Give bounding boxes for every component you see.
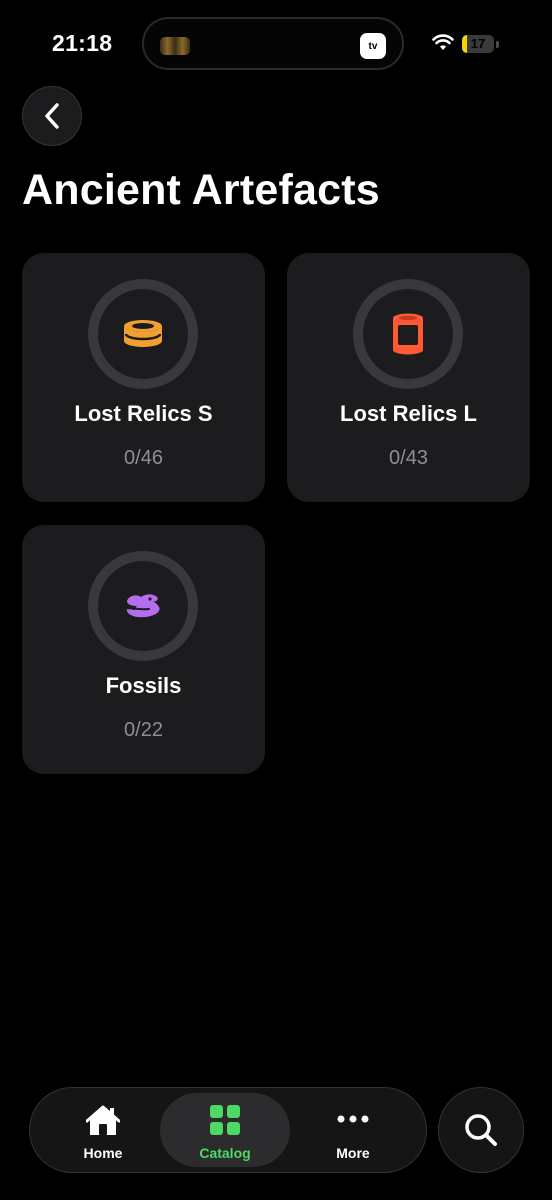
fossil-icon [126, 594, 160, 618]
battery-tip [496, 41, 499, 48]
collection-card-lost-relics-s[interactable]: Lost Relics S 0/46 [22, 253, 265, 502]
tab-home[interactable]: Home [38, 1093, 168, 1167]
collection-card-lost-relics-l[interactable]: Lost Relics L 0/43 [287, 253, 530, 502]
tab-label: More [336, 1145, 370, 1161]
home-icon [86, 1105, 120, 1135]
progress-ring [88, 279, 198, 389]
tab-label: Home [83, 1145, 123, 1161]
dynamic-island[interactable]: tv [142, 17, 404, 70]
apple-tv-icon: tv [360, 33, 386, 59]
now-playing-artwork-icon [160, 37, 190, 55]
tab-label: Catalog [199, 1145, 251, 1161]
collection-count: 0/46 [124, 447, 163, 469]
large-can-icon [393, 313, 423, 355]
ellipsis-icon [337, 1115, 369, 1123]
battery-level: 17 [470, 36, 486, 51]
collection-name: Lost Relics S [74, 401, 213, 426]
chevron-left-icon [45, 103, 59, 129]
tab-more[interactable]: More [288, 1093, 418, 1167]
tab-bar: Home Catalog More [29, 1087, 427, 1173]
battery-indicator: 17 [462, 35, 494, 53]
search-button[interactable] [438, 1087, 524, 1173]
tab-catalog[interactable]: Catalog [160, 1093, 290, 1167]
page-title: Ancient Artefacts [22, 166, 380, 214]
collection-name: Fossils [105, 673, 182, 698]
collection-count: 0/22 [124, 719, 163, 741]
wifi-icon [432, 34, 454, 50]
progress-ring [88, 551, 198, 661]
back-button[interactable] [22, 86, 82, 146]
collection-card-fossils[interactable]: Fossils 0/22 [22, 525, 265, 774]
status-time: 21:18 [52, 30, 113, 56]
collection-name: Lost Relics L [340, 401, 477, 426]
grid-icon [210, 1105, 240, 1135]
search-icon [465, 1114, 497, 1146]
small-tin-icon [124, 320, 162, 347]
collection-count: 0/43 [389, 447, 428, 469]
progress-ring [353, 279, 463, 389]
